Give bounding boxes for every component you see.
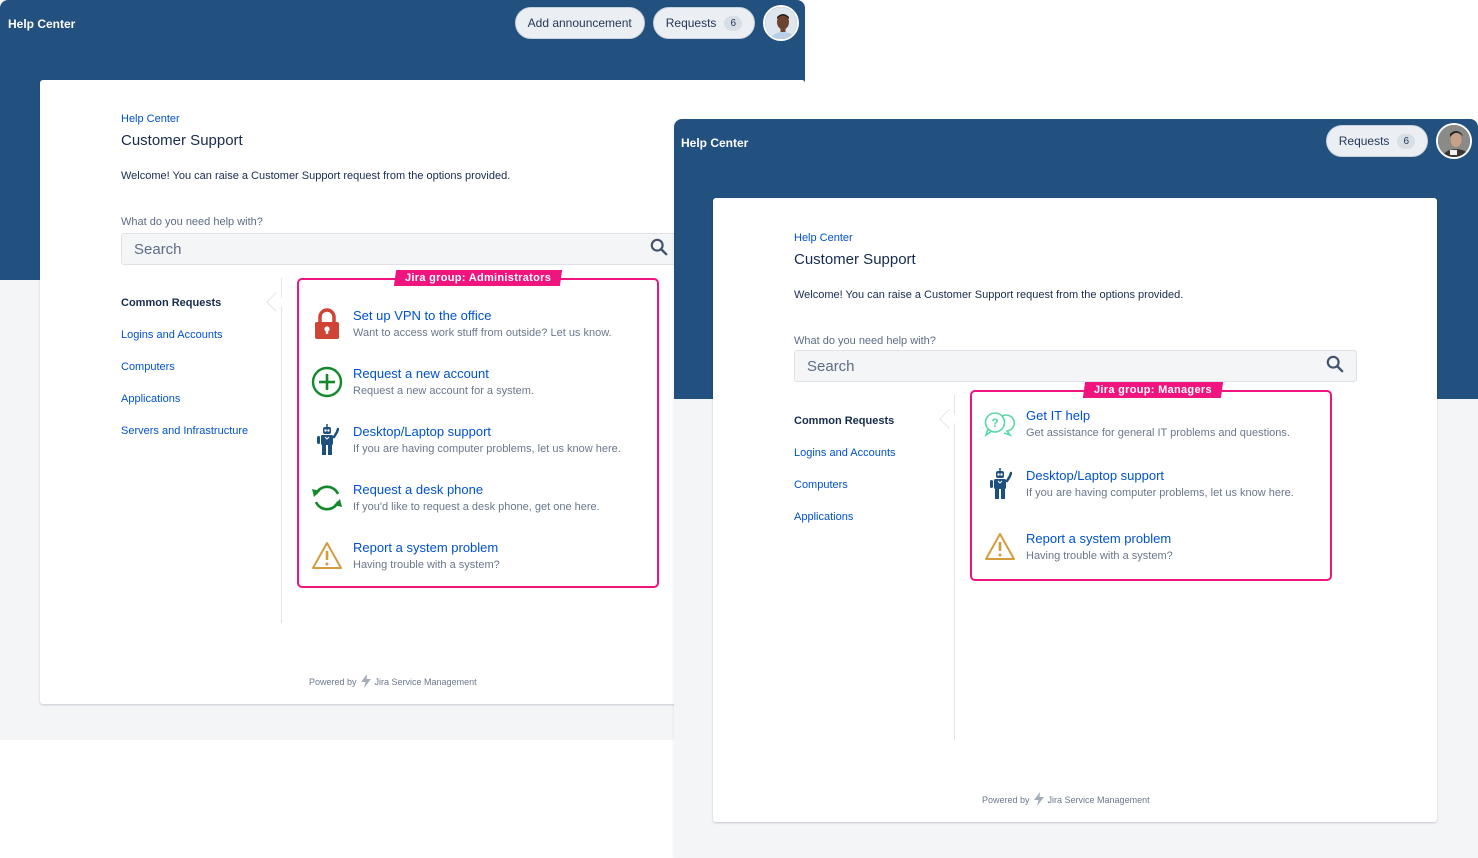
portal-managers: Help Center Requests 6 Help Center Custo… — [674, 119, 1478, 858]
search-label: What do you need help with? — [794, 335, 936, 347]
robot-icon — [984, 468, 1016, 500]
request-type-get-it-help[interactable]: ? Get IT help Get assistance for general … — [984, 408, 1290, 442]
search-icon[interactable] — [650, 238, 668, 260]
nav-applications[interactable]: Applications — [794, 510, 896, 542]
request-description: Want to access work stuff from outside? … — [353, 327, 612, 339]
requests-count-badge: 6 — [724, 15, 742, 31]
group-tag: Jira group: Managers — [1082, 382, 1223, 398]
active-nav-notch — [266, 292, 286, 312]
help-center-title[interactable]: Help Center — [681, 136, 748, 150]
nav-divider — [281, 278, 282, 623]
request-description: If you'd like to request a desk phone, g… — [353, 501, 600, 513]
welcome-message: Welcome! You can raise a Customer Suppor… — [794, 289, 1184, 301]
welcome-message: Welcome! You can raise a Customer Suppor… — [121, 170, 511, 182]
breadcrumb-help-center[interactable]: Help Center — [121, 113, 180, 125]
request-title: Desktop/Laptop support — [353, 424, 492, 439]
request-description: Get assistance for general IT problems a… — [1026, 427, 1290, 439]
search-input[interactable]: Search — [794, 350, 1357, 382]
request-description: Having trouble with a system? — [1026, 550, 1173, 562]
search-label: What do you need help with? — [121, 216, 263, 228]
add-announcement-button[interactable]: Add announcement — [514, 7, 645, 39]
jira-service-management-link[interactable]: Jira Service Management — [375, 677, 477, 687]
active-nav-notch — [939, 409, 959, 429]
request-title: Report a system problem — [1026, 531, 1172, 546]
lock-icon — [311, 308, 343, 340]
requests-button[interactable]: Requests 6 — [1325, 125, 1428, 157]
add-announcement-label: Add announcement — [527, 16, 632, 30]
powered-by-label: Powered by — [309, 677, 357, 687]
search-placeholder: Search — [134, 240, 182, 258]
request-type-desktop-support[interactable]: Desktop/Laptop support If you are having … — [984, 468, 1294, 502]
request-description: If you are having computer problems, let… — [1026, 487, 1294, 499]
user-avatar[interactable] — [763, 5, 799, 41]
request-description: Having trouble with a system? — [353, 559, 500, 571]
request-categories-nav: Common Requests Logins and Accounts Comp… — [121, 296, 248, 456]
search-input[interactable]: Search — [121, 233, 681, 265]
warning-icon — [984, 531, 1016, 563]
nav-computers[interactable]: Computers — [121, 360, 248, 392]
nav-computers[interactable]: Computers — [794, 478, 896, 510]
portal-card: Help Center Customer Support Welcome! Yo… — [713, 198, 1437, 822]
group-tag: Jira group: Administrators — [393, 270, 563, 286]
nav-logins-and-accounts[interactable]: Logins and Accounts — [121, 328, 248, 360]
request-type-system-problem[interactable]: Report a system problem Having trouble wi… — [984, 531, 1173, 565]
search-placeholder: Search — [807, 357, 855, 375]
request-title: Set up VPN to the office — [353, 308, 492, 323]
page-title: Customer Support — [121, 132, 243, 149]
request-title: Report a system problem — [353, 540, 499, 555]
nav-applications[interactable]: Applications — [121, 392, 248, 424]
nav-servers-and-infrastructure[interactable]: Servers and Infrastructure — [121, 424, 248, 456]
request-type-new-account[interactable]: Request a new account Request a new accou… — [311, 366, 534, 400]
svg-text:?: ? — [991, 416, 998, 430]
warning-icon — [311, 540, 343, 572]
request-type-desktop-support[interactable]: Desktop/Laptop support If you are having … — [311, 424, 621, 458]
request-title: Request a new account — [353, 366, 489, 381]
powered-by-label: Powered by — [982, 795, 1030, 805]
requests-label: Requests — [665, 16, 717, 30]
robot-icon — [311, 424, 343, 456]
request-title: Request a desk phone — [353, 482, 484, 497]
powered-by-footer: Powered by Jira Service Management — [309, 674, 477, 690]
search-icon[interactable] — [1326, 355, 1344, 377]
request-title: Get IT help — [1026, 408, 1091, 423]
jira-service-management-link[interactable]: Jira Service Management — [1048, 795, 1150, 805]
request-description: If you are having computer problems, let… — [353, 443, 621, 455]
request-categories-nav: Common Requests Logins and Accounts Comp… — [794, 414, 896, 542]
refresh-icon — [311, 482, 343, 514]
request-type-desk-phone[interactable]: Request a desk phone If you'd like to req… — [311, 482, 600, 516]
nav-logins-and-accounts[interactable]: Logins and Accounts — [794, 446, 896, 478]
nav-divider — [954, 395, 955, 740]
user-avatar[interactable] — [1436, 123, 1472, 159]
nav-common-requests[interactable]: Common Requests — [121, 296, 248, 328]
plus-circle-icon — [311, 366, 343, 398]
chat-question-icon: ? — [984, 408, 1016, 440]
requests-button[interactable]: Requests 6 — [652, 7, 755, 39]
request-title: Desktop/Laptop support — [1026, 468, 1165, 483]
group-highlight-managers: Jira group: Managers ? Get IT help Get as… — [970, 382, 1332, 581]
group-highlight-administrators: Jira group: Administrators Set up VPN to… — [297, 270, 659, 588]
request-description: Request a new account for a system. — [353, 385, 534, 397]
breadcrumb-help-center[interactable]: Help Center — [794, 232, 853, 244]
request-type-system-problem[interactable]: Report a system problem Having trouble wi… — [311, 540, 500, 574]
requests-count-badge: 6 — [1397, 133, 1415, 149]
jira-bolt-icon — [360, 674, 372, 690]
page-title: Customer Support — [794, 251, 916, 268]
jira-bolt-icon — [1033, 792, 1045, 808]
nav-common-requests[interactable]: Common Requests — [794, 414, 896, 446]
requests-label: Requests — [1338, 134, 1390, 148]
help-center-title[interactable]: Help Center — [8, 17, 75, 31]
request-type-vpn[interactable]: Set up VPN to the office Want to access w… — [311, 308, 612, 342]
powered-by-footer: Powered by Jira Service Management — [982, 792, 1150, 808]
